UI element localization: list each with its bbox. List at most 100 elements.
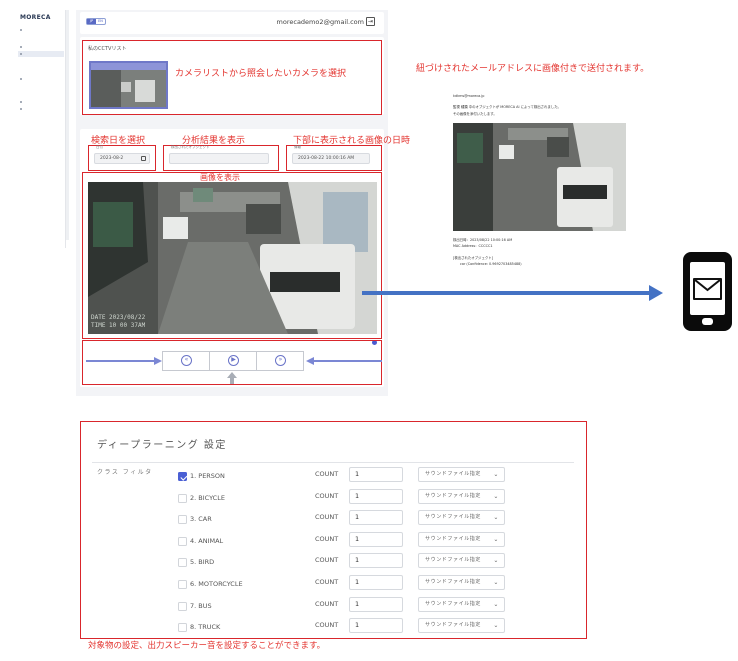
sound-file-select[interactable]: サウンドファイル指定 ⌄ — [418, 618, 505, 634]
dot-icon — [20, 46, 22, 48]
forward-button[interactable]: » — [257, 352, 304, 370]
objects-field[interactable] — [169, 153, 269, 164]
play-button[interactable]: ▶ — [210, 352, 257, 370]
player-controls: « ▶ » — [162, 351, 304, 371]
sound-file-placeholder: サウンドファイル指定 — [425, 471, 482, 477]
count-input[interactable]: 1 — [349, 575, 403, 590]
sound-file-select[interactable]: サウンドファイル指定 ⌄ — [418, 553, 505, 569]
camera-thumbnail — [91, 70, 166, 107]
class-checkbox[interactable] — [178, 601, 187, 611]
class-checkbox[interactable] — [178, 623, 187, 633]
settings-title: ディープラーニング 設定 — [97, 440, 227, 451]
email-image — [453, 123, 626, 231]
email-mac: MAC Address：CCCCC1 — [453, 244, 493, 248]
sound-file-select[interactable]: サウンドファイル指定 ⌄ — [418, 596, 505, 612]
email-scene — [453, 123, 626, 231]
class-checkbox[interactable] — [178, 472, 187, 481]
count-input[interactable]: 1 — [349, 531, 403, 547]
date-label: 日付 — [96, 145, 103, 149]
chevron-down-icon: ⌄ — [493, 600, 499, 608]
dot-icon — [20, 29, 22, 31]
dot-icon — [20, 78, 22, 80]
chevron-down-icon: ⌄ — [493, 535, 499, 543]
email-body-2: その画像を添付いたします。 — [453, 112, 497, 116]
class-filter-label: クラス フィルタ — [97, 469, 153, 476]
class-name: 2. BICYCLE — [190, 493, 225, 502]
objects-label: 検出されたオブジェクト — [171, 145, 210, 149]
count-label: COUNT — [315, 578, 339, 586]
email-from: kdkms@moreca.jp — [453, 94, 485, 98]
count-input[interactable]: 1 — [349, 467, 403, 482]
dot-icon — [20, 108, 22, 110]
sound-file-select[interactable]: サウンドファイル指定 ⌄ — [418, 575, 505, 590]
class-name: 4. ANIMAL — [190, 536, 224, 545]
language-toggle[interactable]: JP EN — [86, 18, 106, 25]
logout-icon[interactable]: ⇥ — [366, 17, 375, 26]
sidebar-item-4[interactable] — [18, 76, 64, 82]
class-name: 7. BUS — [190, 601, 212, 610]
class-checkbox[interactable] — [178, 493, 187, 503]
overlay-time: TIME 10 00 37AM — [91, 322, 146, 329]
sidebar-item-5[interactable] — [18, 99, 64, 105]
chevron-down-icon: ⌄ — [493, 514, 499, 522]
overlay-date: DATE 2023/08/22 — [91, 314, 146, 321]
chevron-down-icon: ⌄ — [493, 622, 499, 630]
forward-icon: » — [275, 355, 286, 366]
class-name: 1. PERSON — [190, 472, 225, 480]
user-email: morecademo2@gmail.com — [276, 18, 364, 26]
class-checkbox[interactable] — [178, 536, 187, 546]
class-checkbox[interactable] — [178, 580, 187, 589]
sidebar-item-3[interactable] — [18, 51, 64, 57]
chevron-down-icon: ⌄ — [493, 579, 499, 586]
dot-icon — [20, 101, 22, 103]
email-objects-head: [検出されたオブジェクト] — [453, 256, 493, 260]
sound-file-select[interactable]: サウンドファイル指定 ⌄ — [418, 467, 505, 482]
sound-file-placeholder: サウンドファイル指定 — [425, 557, 482, 564]
lang-en[interactable]: EN — [96, 19, 105, 24]
dot-icon — [20, 53, 22, 55]
email-detect-time: 検出日時：2023/08/22 10:00:16 AM — [453, 238, 513, 242]
mail-icon — [693, 278, 722, 300]
sidebar-item-1[interactable] — [18, 27, 64, 33]
sidebar-item-2[interactable] — [18, 44, 64, 50]
class-checkbox[interactable] — [178, 558, 187, 568]
sidebar-item-6[interactable] — [18, 106, 64, 112]
cctv-image: DATE 2023/08/22 TIME 10 00 37AM — [88, 182, 377, 334]
count-input[interactable]: 1 — [349, 618, 403, 634]
calendar-icon[interactable] — [141, 156, 146, 161]
class-name: 8. TRUCK — [190, 623, 221, 632]
chevron-down-icon: ⌄ — [493, 492, 499, 500]
sound-file-placeholder: サウンドファイル指定 — [425, 492, 482, 499]
camera-card-label — [91, 63, 166, 70]
callout-send-email: 紐づけされたメールアドレスに画像付きで送付されます。 — [416, 64, 650, 74]
rewind-icon: « — [181, 355, 192, 366]
count-label: COUNT — [315, 513, 339, 522]
email-objects-line: car (Confidence: 0.9692703485488) — [460, 262, 522, 266]
count-input[interactable]: 1 — [349, 488, 403, 504]
chevron-down-icon: ⌄ — [493, 557, 499, 565]
sound-file-select[interactable]: サウンドファイル指定 ⌄ — [418, 488, 505, 504]
count-input[interactable]: 1 — [349, 553, 403, 569]
settings-divider — [92, 462, 574, 463]
envelope-flap — [695, 280, 720, 292]
date-field[interactable]: 2023-08-2 — [94, 153, 150, 164]
count-input[interactable]: 1 — [349, 596, 403, 612]
class-checkbox[interactable] — [178, 515, 187, 525]
lang-jp[interactable]: JP — [87, 19, 96, 24]
callout-image-datetime: 下部に表示される画像の日時 — [293, 136, 411, 146]
rewind-button[interactable]: « — [163, 352, 210, 370]
brand-logo: MORECA — [20, 14, 51, 21]
count-label: COUNT — [315, 621, 339, 630]
count-label: COUNT — [315, 534, 339, 543]
count-label: COUNT — [315, 599, 339, 608]
send-arrow-line — [362, 291, 650, 295]
camera-list-title: 私のCCTVリスト — [88, 46, 127, 52]
sound-file-placeholder: サウンドファイル指定 — [425, 535, 482, 542]
class-name: 6. MOTORCYCLE — [190, 580, 243, 588]
callout-settings-note: 対象物の設定、出力スピーカー音を設定することができます。 — [88, 641, 326, 651]
sound-file-select[interactable]: サウンドファイル指定 ⌄ — [418, 531, 505, 547]
camera-card[interactable] — [89, 61, 168, 109]
count-input[interactable]: 1 — [349, 510, 403, 526]
sound-file-select[interactable]: サウンドファイル指定 ⌄ — [418, 510, 505, 526]
sidebar-scrollbar[interactable] — [66, 10, 69, 240]
